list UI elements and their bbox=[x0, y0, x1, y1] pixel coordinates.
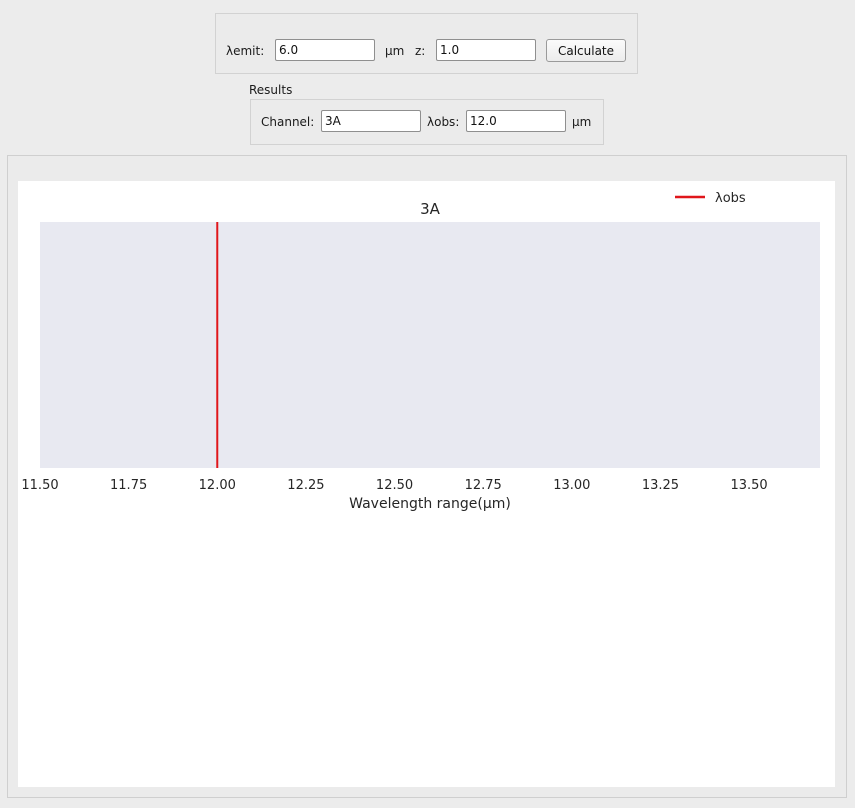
x-tick-label: 11.50 bbox=[21, 478, 58, 493]
x-tick-label: 12.25 bbox=[287, 478, 324, 493]
results-group-title: Results bbox=[249, 83, 293, 97]
x-tick-label: 12.75 bbox=[465, 478, 502, 493]
redshift-input[interactable] bbox=[436, 39, 536, 61]
plot-area bbox=[40, 222, 820, 468]
chart-title: 3A bbox=[420, 200, 441, 218]
calculate-button[interactable]: Calculate bbox=[546, 39, 626, 62]
plot-canvas: 11.50 11.75 12.00 12.25 12.50 12.75 13.00 13.25… bbox=[18, 181, 835, 787]
emit-wavelength-input[interactable] bbox=[275, 39, 375, 61]
emit-label: λemit: bbox=[226, 44, 265, 58]
x-tick-label: 13.50 bbox=[730, 478, 767, 493]
channel-field[interactable] bbox=[321, 110, 421, 132]
x-axis-ticks: 11.50 11.75 12.00 12.25 12.50 12.75 13.00 13.25… bbox=[21, 478, 767, 493]
legend-label: λobs bbox=[715, 191, 746, 206]
x-axis-label: Wavelength range(µm) bbox=[349, 496, 511, 512]
emit-unit-label: µm bbox=[385, 44, 405, 58]
obs-label: λobs: bbox=[427, 115, 460, 129]
x-tick-label: 12.50 bbox=[376, 478, 413, 493]
wavelength-chart: 11.50 11.75 12.00 12.25 12.50 12.75 13.00 13.25… bbox=[21, 191, 820, 512]
obs-unit-label: µm bbox=[572, 115, 592, 129]
x-tick-label: 13.25 bbox=[642, 478, 679, 493]
observed-wavelength-field[interactable] bbox=[466, 110, 566, 132]
x-tick-label: 13.00 bbox=[553, 478, 590, 493]
x-tick-label: 12.00 bbox=[199, 478, 236, 493]
legend: λobs bbox=[675, 191, 746, 206]
x-tick-label: 11.75 bbox=[110, 478, 147, 493]
channel-label: Channel: bbox=[261, 115, 315, 129]
z-label: z: bbox=[415, 44, 426, 58]
